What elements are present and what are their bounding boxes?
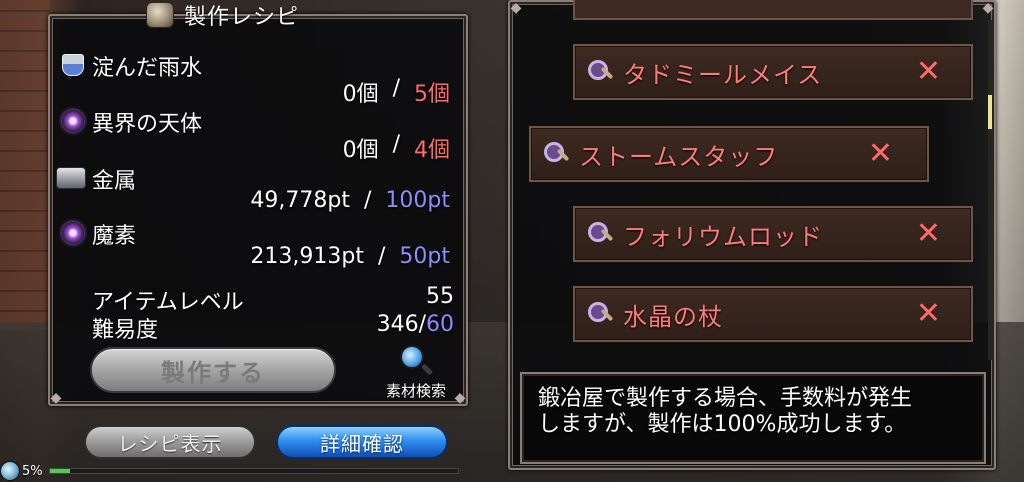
metal-icon — [56, 167, 86, 189]
material-need: 4個 — [414, 138, 450, 163]
item-level-value: 55 — [426, 284, 454, 309]
material-amount: 213,913pt / 50pt — [250, 244, 450, 269]
details-button[interactable]: 詳細確認 — [276, 425, 448, 459]
flask-icon — [62, 54, 84, 76]
scrollbar-track[interactable] — [988, 20, 992, 360]
separator: / — [363, 188, 372, 213]
material-have: 49,778pt — [250, 188, 350, 213]
difficulty-current: 346 — [376, 312, 419, 337]
recipe-name: フォリウムロッド — [623, 222, 823, 251]
status-orb-icon — [0, 461, 20, 481]
material-name: 魔素 — [92, 224, 137, 249]
staff-icon — [541, 139, 571, 169]
material-have: 213,913pt — [250, 244, 364, 269]
progress-bar — [48, 468, 459, 474]
difficulty-separator: / — [418, 312, 426, 337]
recipe-item[interactable]: タドミールメイス ✕ — [573, 44, 973, 100]
corner-ornament-icon: ◆ — [982, 0, 994, 16]
difficulty-value: 346/60 — [377, 312, 454, 337]
info-message-line: しますが、製作は100%成功します。 — [538, 412, 907, 437]
staff-icon — [585, 57, 615, 87]
panel-title: 製作レシピ — [146, 0, 346, 30]
material-search-button[interactable]: 素材検索 — [374, 345, 458, 401]
material-amount: 0個 / 5個 — [343, 76, 450, 108]
anvil-icon — [146, 2, 174, 28]
separator: / — [377, 244, 386, 269]
unavailable-x-icon: ✕ — [915, 296, 941, 331]
status-bar: 5% — [0, 460, 459, 482]
status-percent: 5% — [22, 463, 43, 479]
material-need: 5個 — [414, 82, 450, 107]
material-amount: 49,778pt / 100pt — [250, 188, 450, 213]
recipe-item-partial[interactable] — [573, 0, 973, 20]
recipe-item[interactable]: 水晶の杖 ✕ — [573, 286, 973, 342]
info-message-line: 鍛冶屋で製作する場合、手数料が発生 — [538, 386, 913, 411]
unavailable-x-icon: ✕ — [915, 216, 941, 251]
recipe-item-selected[interactable]: ストームスタッフ ✕ — [529, 126, 929, 182]
material-search-label: 素材検索 — [385, 382, 446, 400]
corner-ornament-icon: ◆ — [50, 390, 62, 406]
recipe-display-button[interactable]: レシピ表示 — [84, 425, 256, 459]
staff-icon — [585, 219, 615, 249]
magnifier-icon — [400, 345, 424, 369]
brick-wall — [0, 0, 50, 330]
panel-title-text: 製作レシピ — [184, 5, 300, 30]
separator: / — [392, 132, 400, 157]
corner-ornament-icon: ◆ — [510, 0, 522, 16]
separator: / — [392, 76, 400, 101]
material-need: 100pt — [385, 188, 450, 213]
material-name: 金属 — [92, 169, 137, 194]
recipe-item[interactable]: フォリウムロッド ✕ — [573, 206, 973, 262]
difficulty-label: 難易度 — [92, 318, 159, 343]
material-need: 50pt — [399, 244, 450, 269]
recipe-name: 水晶の杖 — [623, 302, 723, 331]
recipe-name: ストームスタッフ — [579, 142, 779, 171]
difficulty-max: 60 — [426, 312, 454, 337]
material-name: 異界の天体 — [92, 112, 203, 137]
info-message: 鍛冶屋で製作する場合、手数料が発生 しますが、製作は100%成功します。 — [520, 372, 986, 464]
craft-button[interactable]: 製作する — [90, 347, 336, 393]
material-have: 0個 — [342, 82, 379, 107]
recipe-name: タドミールメイス — [623, 60, 823, 89]
orb-icon — [62, 110, 84, 132]
scrollbar-thumb[interactable] — [988, 95, 992, 129]
orb-icon — [62, 222, 84, 244]
progress-bar-fill — [49, 469, 71, 473]
material-have: 0個 — [342, 138, 379, 163]
staff-icon — [585, 299, 615, 329]
material-amount: 0個 / 4個 — [343, 132, 450, 164]
material-name: 淀んだ雨水 — [92, 56, 203, 81]
unavailable-x-icon: ✕ — [915, 54, 941, 89]
unavailable-x-icon: ✕ — [867, 136, 893, 171]
